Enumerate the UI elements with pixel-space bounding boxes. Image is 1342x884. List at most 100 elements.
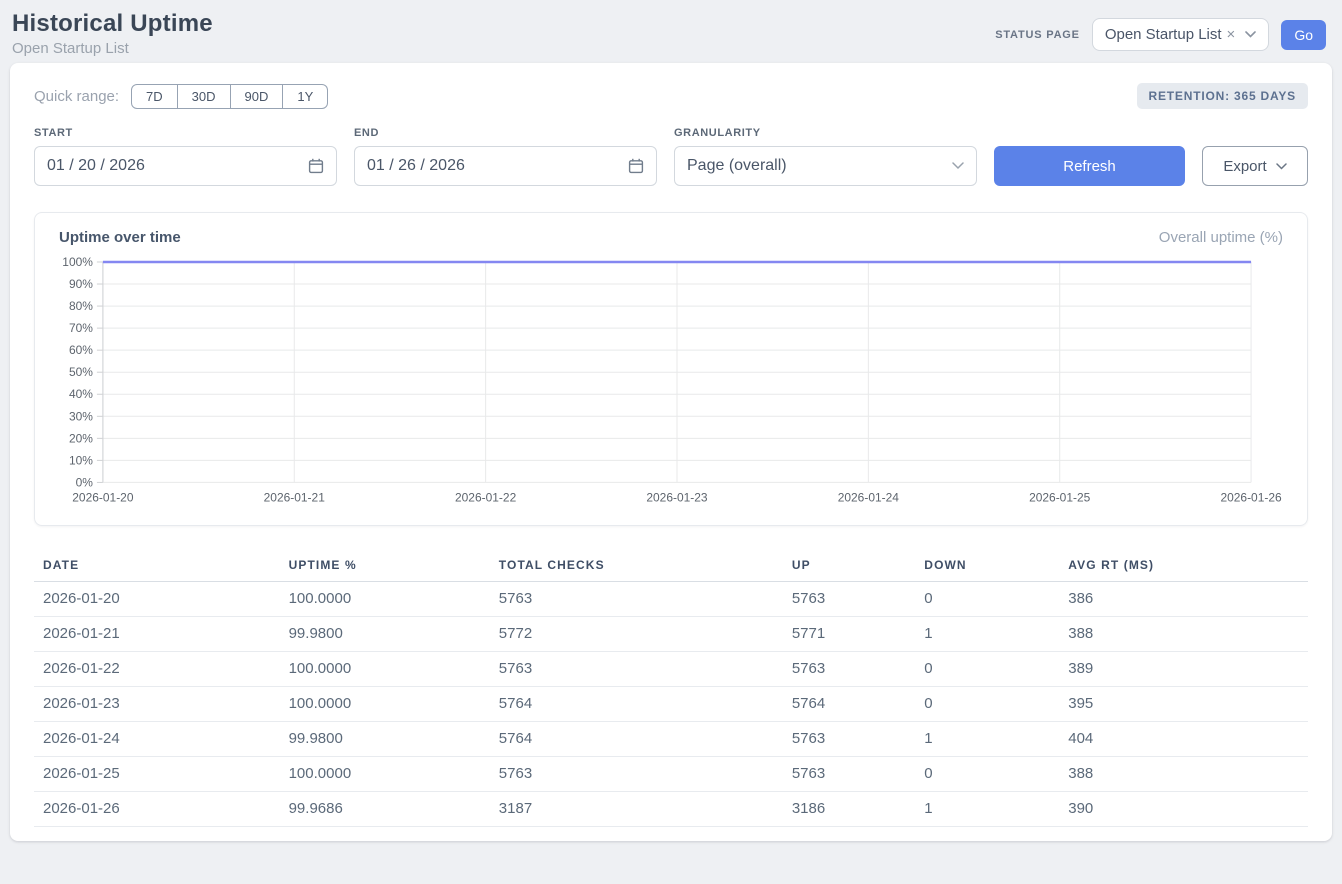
svg-text:2026-01-20: 2026-01-20 [72, 490, 134, 504]
svg-text:2026-01-21: 2026-01-21 [264, 490, 326, 504]
svg-text:100%: 100% [62, 255, 93, 269]
svg-text:50%: 50% [69, 365, 93, 379]
table-cell: 2026-01-25 [34, 757, 279, 792]
calendar-icon[interactable] [308, 158, 324, 174]
column-header: AVG RT (MS) [1058, 550, 1308, 582]
table-cell: 2026-01-21 [34, 617, 279, 652]
page-subtitle: Open Startup List [12, 40, 213, 57]
retention-badge: RETENTION: 365 DAYS [1137, 83, 1308, 109]
svg-text:60%: 60% [69, 343, 93, 357]
chart-legend-label: Overall uptime (%) [1159, 229, 1283, 246]
table-header-row: DATEUPTIME %TOTAL CHECKSUPDOWNAVG RT (MS… [34, 550, 1308, 582]
svg-text:2026-01-23: 2026-01-23 [646, 490, 708, 504]
table-cell: 2026-01-23 [34, 687, 279, 722]
table-cell: 1 [914, 722, 1058, 757]
svg-text:2026-01-26: 2026-01-26 [1220, 490, 1282, 504]
quick-range-button-7d[interactable]: 7D [131, 84, 178, 109]
table-row: 2026-01-2699.9686318731861390 [34, 792, 1308, 827]
uptime-table: DATEUPTIME %TOTAL CHECKSUPDOWNAVG RT (MS… [34, 550, 1308, 827]
svg-text:2026-01-25: 2026-01-25 [1029, 490, 1091, 504]
column-header: UP [782, 550, 914, 582]
refresh-button[interactable]: Refresh [994, 146, 1185, 186]
table-cell: 5772 [489, 617, 782, 652]
table-cell: 5763 [489, 757, 782, 792]
table-cell: 5763 [489, 652, 782, 687]
end-date-input[interactable]: 01 / 26 / 2026 [354, 146, 657, 186]
table-cell: 3186 [782, 792, 914, 827]
start-date-input[interactable]: 01 / 20 / 2026 [34, 146, 337, 186]
go-button[interactable]: Go [1281, 20, 1326, 50]
table-cell: 2026-01-22 [34, 652, 279, 687]
title-block: Historical Uptime Open Startup List [12, 10, 213, 57]
main-card: Quick range: 7D30D90D1Y RETENTION: 365 D… [10, 63, 1332, 841]
status-page-selected-value: Open Startup List [1105, 26, 1222, 43]
svg-text:2026-01-24: 2026-01-24 [838, 490, 900, 504]
table-cell: 100.0000 [279, 652, 489, 687]
table-cell: 390 [1058, 792, 1308, 827]
status-page-label: STATUS PAGE [995, 29, 1080, 41]
table-cell: 100.0000 [279, 687, 489, 722]
table-cell: 0 [914, 687, 1058, 722]
table-cell: 5763 [782, 722, 914, 757]
uptime-line-chart: 0%10%20%30%40%50%60%70%80%90%100%2026-01… [59, 254, 1283, 513]
end-date-label: END [354, 127, 657, 139]
table-cell: 0 [914, 652, 1058, 687]
chart-header: Uptime over time Overall uptime (%) [59, 229, 1283, 246]
table-cell: 100.0000 [279, 582, 489, 617]
controls-row: START 01 / 20 / 2026 END 01 / 26 / 2026 … [34, 127, 1308, 186]
chevron-down-icon [1245, 31, 1256, 38]
table-cell: 388 [1058, 617, 1308, 652]
table-cell: 0 [914, 757, 1058, 792]
table-cell: 0 [914, 582, 1058, 617]
svg-text:30%: 30% [69, 409, 93, 423]
table-cell: 404 [1058, 722, 1308, 757]
table-cell: 395 [1058, 687, 1308, 722]
quick-range-button-1y[interactable]: 1Y [283, 84, 328, 109]
table-cell: 99.9686 [279, 792, 489, 827]
table-cell: 5763 [782, 582, 914, 617]
table-cell: 99.9800 [279, 617, 489, 652]
table-cell: 1 [914, 792, 1058, 827]
export-button-label: Export [1223, 158, 1266, 175]
quick-range-row: Quick range: 7D30D90D1Y RETENTION: 365 D… [34, 83, 1308, 109]
chart-card: Uptime over time Overall uptime (%) 0%10… [34, 212, 1308, 526]
table-cell: 386 [1058, 582, 1308, 617]
column-header: UPTIME % [279, 550, 489, 582]
svg-text:10%: 10% [69, 453, 93, 467]
table-cell: 5771 [782, 617, 914, 652]
calendar-icon[interactable] [628, 158, 644, 174]
granularity-select[interactable]: Page (overall) [674, 146, 977, 186]
table-row: 2026-01-20100.0000576357630386 [34, 582, 1308, 617]
table-cell: 100.0000 [279, 757, 489, 792]
end-date-field: END 01 / 26 / 2026 [354, 127, 657, 186]
column-header: DOWN [914, 550, 1058, 582]
table-cell: 1 [914, 617, 1058, 652]
table-cell: 3187 [489, 792, 782, 827]
table-cell: 2026-01-20 [34, 582, 279, 617]
quick-range-button-30d[interactable]: 30D [178, 84, 231, 109]
table-cell: 5763 [782, 757, 914, 792]
granularity-field: GRANULARITY Page (overall) [674, 127, 977, 186]
page-header: Historical Uptime Open Startup List STAT… [0, 0, 1342, 63]
quick-range-button-90d[interactable]: 90D [231, 84, 284, 109]
start-date-field: START 01 / 20 / 2026 [34, 127, 337, 186]
clear-selection-icon[interactable]: × [1227, 26, 1236, 43]
table-cell: 388 [1058, 757, 1308, 792]
svg-text:90%: 90% [69, 277, 93, 291]
end-date-value: 01 / 26 / 2026 [367, 157, 465, 175]
table-cell: 5764 [782, 687, 914, 722]
svg-text:40%: 40% [69, 387, 93, 401]
status-page-select[interactable]: Open Startup List × [1092, 18, 1270, 51]
column-header: TOTAL CHECKS [489, 550, 782, 582]
start-date-label: START [34, 127, 337, 139]
table-row: 2026-01-2199.9800577257711388 [34, 617, 1308, 652]
table-cell: 5763 [489, 582, 782, 617]
table-cell: 2026-01-24 [34, 722, 279, 757]
export-button[interactable]: Export [1202, 146, 1308, 186]
granularity-label: GRANULARITY [674, 127, 977, 139]
table-cell: 5764 [489, 722, 782, 757]
chart-title: Uptime over time [59, 229, 181, 246]
table-row: 2026-01-25100.0000576357630388 [34, 757, 1308, 792]
page-title: Historical Uptime [12, 10, 213, 38]
chevron-down-icon [952, 162, 964, 170]
